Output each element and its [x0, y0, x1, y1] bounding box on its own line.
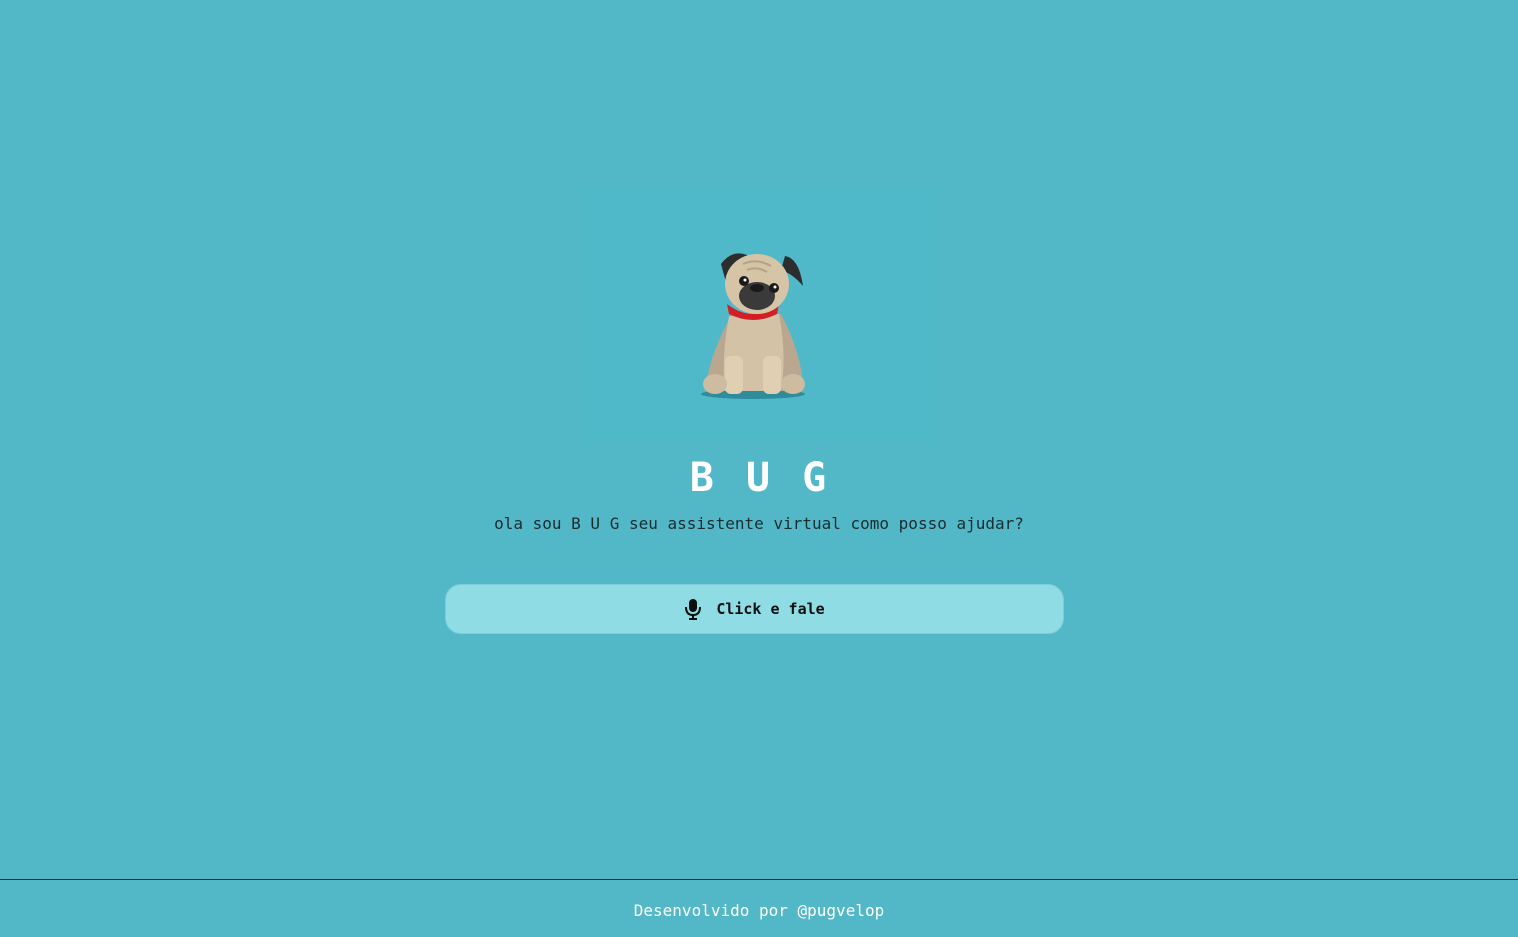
assistant-page: B U G ola sou B U G seu assistente virtu…	[0, 0, 1518, 937]
voice-talk-button[interactable]: Click e fale	[445, 584, 1064, 634]
footer-divider	[0, 879, 1518, 880]
footer-credit: Desenvolvido por @pugvelop	[633, 901, 885, 920]
voice-talk-label: Click e fale	[716, 600, 825, 618]
assistant-greeting: ola sou B U G seu assistente virtual com…	[494, 514, 1024, 533]
microphone-icon	[684, 598, 702, 620]
assistant-name-title: B U G	[689, 455, 829, 501]
pug-dog-icon	[701, 253, 805, 399]
mascot-image	[581, 186, 937, 444]
